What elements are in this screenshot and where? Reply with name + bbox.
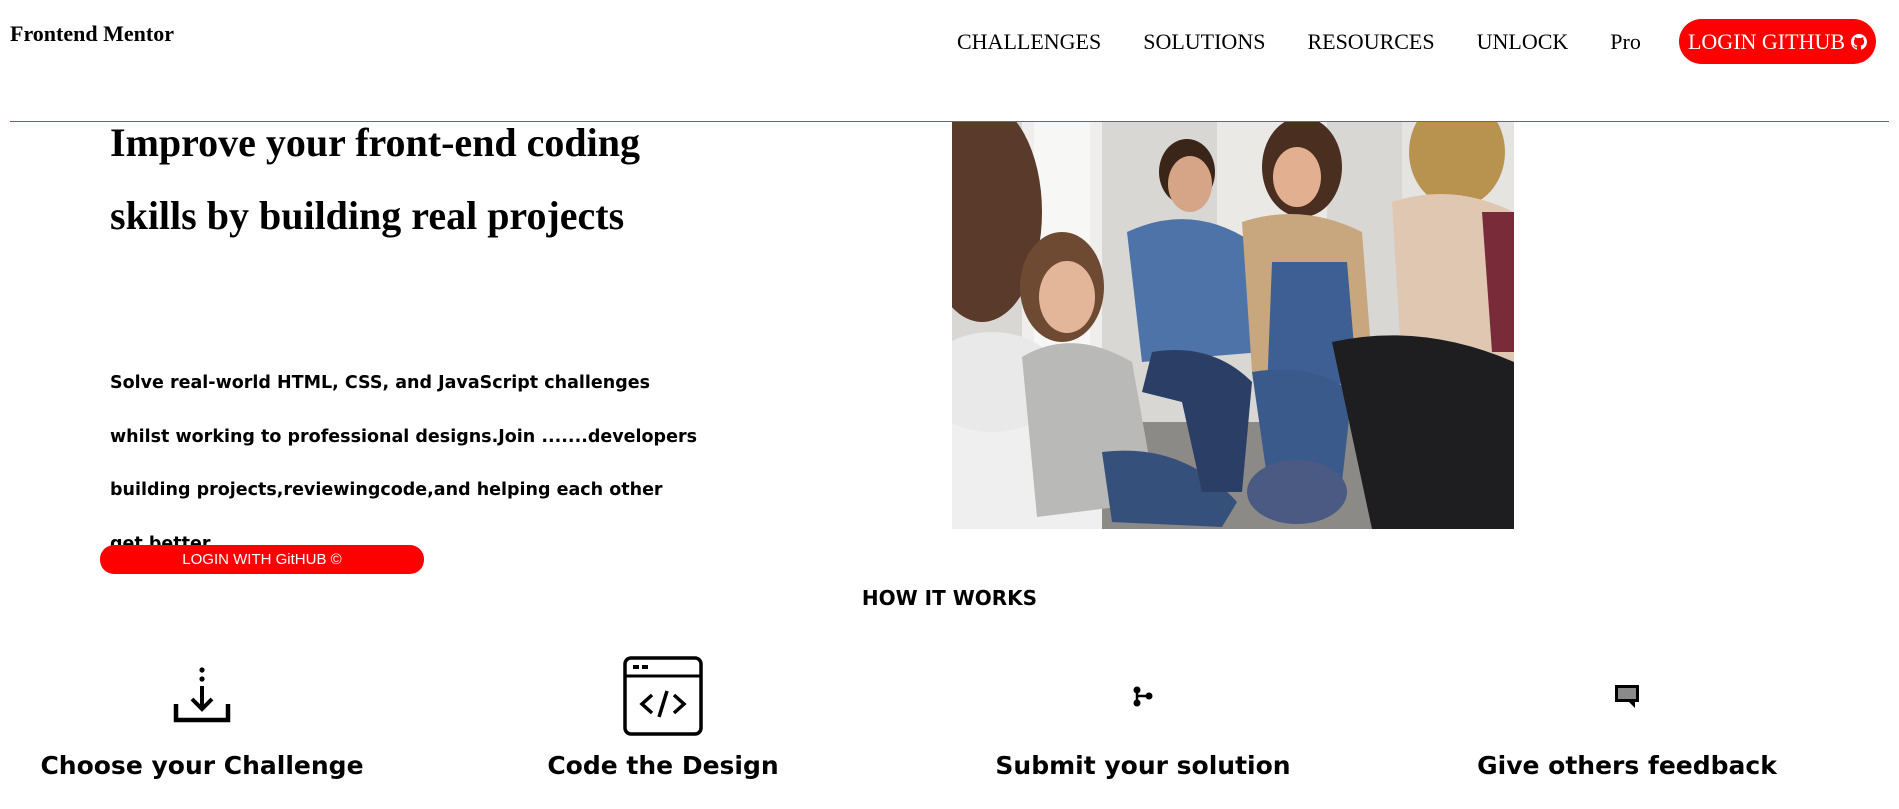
step-give-feedback: Give others feedback (1417, 652, 1837, 782)
hero-title: Improve your front-end coding skills by … (110, 120, 641, 238)
main-nav: CHALLENGES SOLUTIONS RESOURCES UNLOCK Pr… (957, 29, 1689, 55)
download-icon (170, 652, 234, 740)
hero-photo (952, 122, 1514, 529)
brand-logo[interactable]: Frontend Mentor (10, 21, 174, 47)
step-choose-challenge: Choose your Challenge (0, 652, 412, 782)
step-label: Code the Design (547, 751, 779, 780)
how-it-works-title: HOW IT WORKS (861, 586, 1038, 610)
step-label: Choose your Challenge (40, 751, 364, 780)
comment-icon (1613, 652, 1641, 740)
login-github-button[interactable]: LOGIN GITHUB (1679, 19, 1876, 64)
nav-challenges[interactable]: CHALLENGES (957, 29, 1101, 55)
github-icon (1851, 33, 1868, 50)
step-submit-solution: Submit your solution (933, 652, 1353, 782)
git-branch-icon (1131, 652, 1155, 740)
code-window-icon (622, 652, 704, 740)
nav-solutions[interactable]: SOLUTIONS (1143, 29, 1265, 55)
login-with-github-button[interactable]: LOGIN WITH GitHUB © (100, 545, 424, 574)
step-label: Give others feedback (1477, 751, 1777, 780)
step-label: Submit your solution (995, 751, 1291, 780)
nav-pro[interactable]: Pro (1610, 29, 1641, 55)
nav-unlock[interactable]: UNLOCK (1477, 29, 1569, 55)
login-github-label: LOGIN GITHUB (1687, 28, 1846, 54)
hero-description: Solve real-world HTML, CSS, and JavaScri… (110, 373, 698, 554)
nav-resources[interactable]: RESOURCES (1307, 29, 1434, 55)
step-code-design: Code the Design (453, 652, 873, 782)
students-photo (952, 122, 1514, 529)
